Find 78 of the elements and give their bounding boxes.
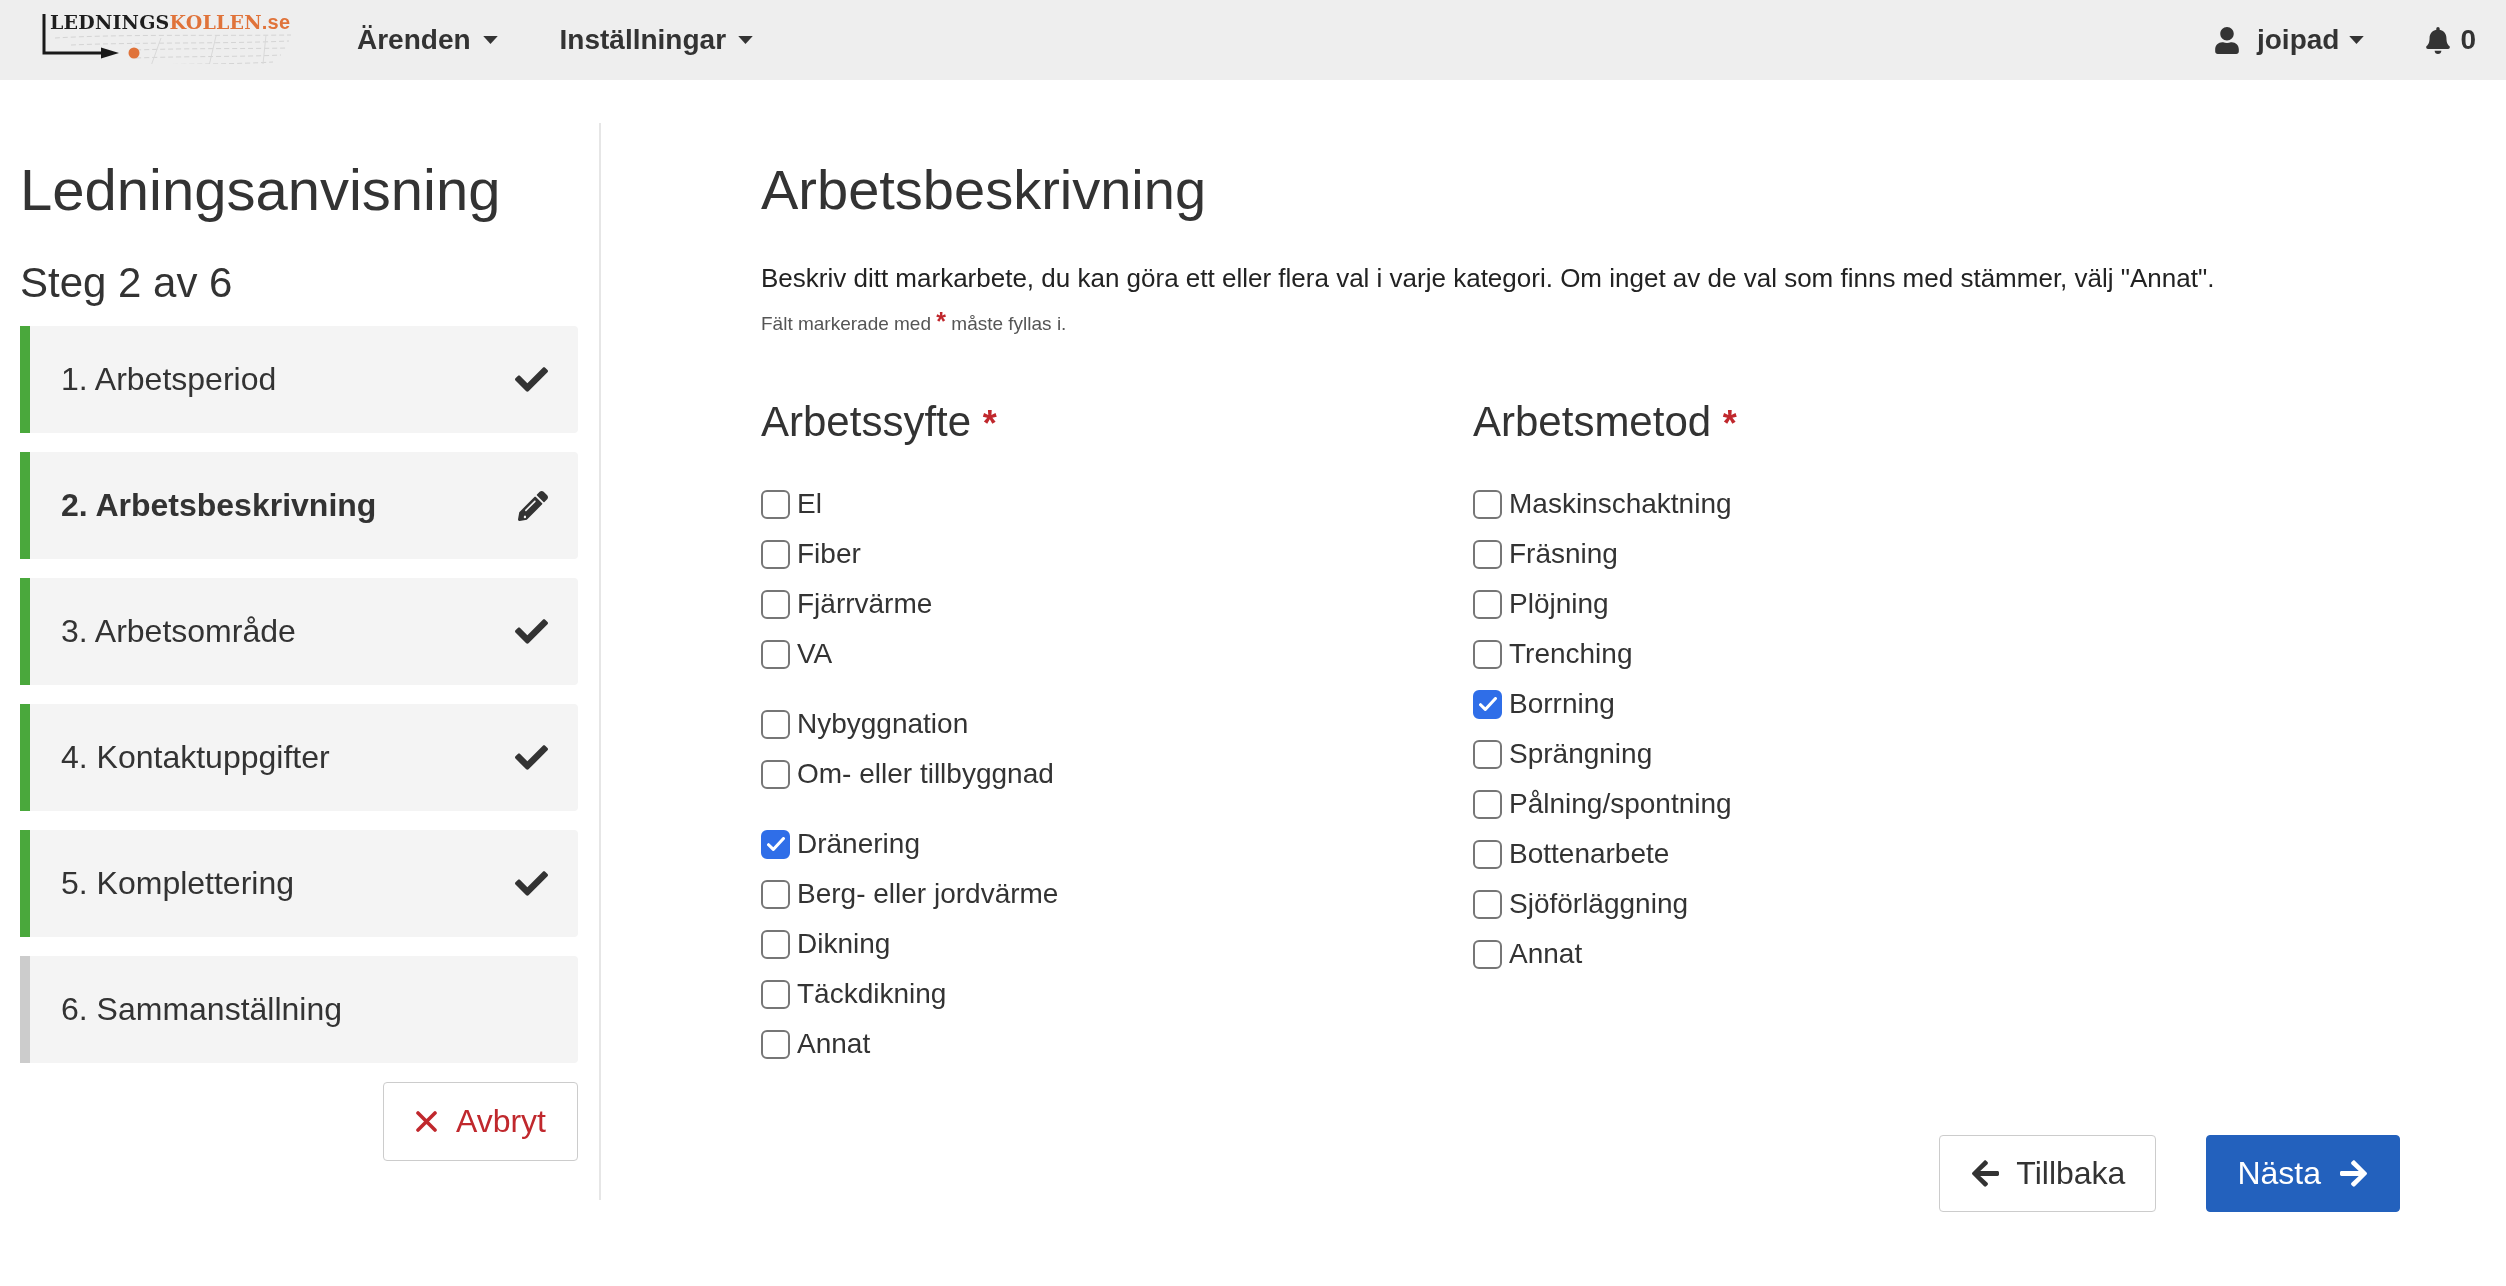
- category-heading: Arbetsmetod *: [1473, 397, 1738, 447]
- step-counter: Steg 2 av 6: [20, 258, 234, 308]
- caret-icon: [2349, 36, 2365, 44]
- arrow-right-icon: [2340, 1160, 2367, 1187]
- checkbox[interactable]: [1473, 889, 1502, 919]
- checkmark-icon: [515, 871, 548, 896]
- checkbox[interactable]: [1473, 689, 1502, 719]
- step-item[interactable]: 5. Komplettering: [20, 830, 578, 937]
- checkbox-label[interactable]: Fiber: [797, 537, 861, 571]
- category-heading: Arbetssyfte *: [761, 397, 998, 447]
- nav-menu[interactable]: Ärenden: [326, 0, 529, 80]
- checkbox-label[interactable]: Dikning: [797, 927, 891, 961]
- checkbox[interactable]: [761, 489, 790, 519]
- pencil-icon: [518, 490, 548, 521]
- checkbox-label[interactable]: Maskinschaktning: [1509, 487, 1732, 521]
- checkbox-label[interactable]: Trenching: [1509, 637, 1633, 671]
- user-menu[interactable]: joipad: [2214, 0, 2365, 80]
- checkbox[interactable]: [761, 639, 790, 669]
- next-button[interactable]: Nästa: [2206, 1135, 2400, 1212]
- checkbox[interactable]: [1473, 539, 1502, 569]
- checkbox-label[interactable]: Dränering: [797, 827, 920, 861]
- step-item[interactable]: 3. Arbetsområde: [20, 578, 578, 685]
- checkbox-label[interactable]: Nybyggnation: [797, 707, 969, 741]
- section-title: Arbetsbeskrivning: [761, 157, 1208, 223]
- checkbox[interactable]: [1473, 639, 1502, 669]
- checkbox[interactable]: [761, 539, 790, 569]
- checkbox-label[interactable]: Annat: [797, 1027, 871, 1061]
- checkmark-icon: [1478, 697, 1497, 711]
- nav-menu[interactable]: Inställningar: [528, 0, 785, 80]
- bell-icon: [2426, 26, 2451, 54]
- checkbox[interactable]: [761, 979, 790, 1009]
- checkbox-label[interactable]: El: [797, 487, 822, 521]
- checkbox-label[interactable]: Fräsning: [1509, 537, 1618, 571]
- checkbox-label[interactable]: Om- eller tillbyggnad: [797, 757, 1054, 791]
- back-button[interactable]: Tillbaka: [1939, 1135, 2157, 1212]
- step-item[interactable]: 6. Sammanställning: [20, 956, 578, 1063]
- step-item[interactable]: 4. Kontaktuppgifter: [20, 704, 578, 811]
- checkbox[interactable]: [761, 879, 790, 909]
- notifications-button[interactable]: 0: [2426, 0, 2476, 80]
- checkbox-label[interactable]: VA: [797, 637, 833, 671]
- cancel-button[interactable]: Avbryt: [382, 1082, 578, 1161]
- checkmark-icon: [766, 837, 785, 851]
- checkmark-icon: [515, 745, 548, 770]
- checkbox-label[interactable]: Sprängning: [1509, 737, 1653, 771]
- checkmark-icon: [515, 619, 548, 644]
- description-text: Beskriv ditt markarbete, du kan göra ett eller flera val i varje kategori. Om inget av de val som finns med stämmer, välj "Annat".: [761, 262, 2216, 295]
- caret-icon: [738, 36, 754, 44]
- step-item[interactable]: 2. Arbetsbeskrivning: [20, 452, 578, 559]
- checkbox[interactable]: [761, 829, 790, 859]
- checkbox[interactable]: [761, 1029, 790, 1059]
- logo[interactable]: LEDNINGSKOLLEN.se: [41, 8, 297, 64]
- checkbox-label[interactable]: Plöjning: [1509, 587, 1609, 621]
- arrow-left-icon: [1972, 1160, 2000, 1187]
- checkbox-label[interactable]: Sjöförläggning: [1509, 887, 1689, 921]
- step-item[interactable]: 1. Arbetsperiod: [20, 326, 578, 433]
- checkbox[interactable]: [1473, 489, 1502, 519]
- checkbox-label[interactable]: Annat: [1509, 937, 1583, 971]
- checkmark-icon: [515, 367, 548, 392]
- checkbox[interactable]: [1473, 789, 1502, 819]
- checkbox-label[interactable]: Bottenarbete: [1509, 837, 1670, 871]
- caret-icon: [482, 36, 498, 44]
- checkbox[interactable]: [1473, 939, 1502, 969]
- checkbox-label[interactable]: Täckdikning: [797, 977, 947, 1011]
- checkbox[interactable]: [1473, 839, 1502, 869]
- checkbox[interactable]: [761, 929, 790, 959]
- close-icon: [415, 1111, 437, 1132]
- checkbox[interactable]: [761, 589, 790, 619]
- checkbox[interactable]: [1473, 739, 1502, 769]
- checkbox-label[interactable]: Borrning: [1509, 687, 1615, 721]
- checkbox[interactable]: [761, 709, 790, 739]
- checkbox[interactable]: [761, 759, 790, 789]
- checkbox[interactable]: [1473, 589, 1502, 619]
- checkbox-label[interactable]: Fjärrvärme: [797, 587, 933, 621]
- checkbox-label[interactable]: Pålning/spontning: [1509, 787, 1732, 821]
- required-note: Fält markerade med * måste fyllas i.: [761, 311, 1068, 337]
- page-title: Ledningsanvisning: [20, 156, 502, 224]
- checkbox-label[interactable]: Berg- eller jordvärme: [797, 877, 1059, 911]
- user-icon: [2214, 26, 2239, 54]
